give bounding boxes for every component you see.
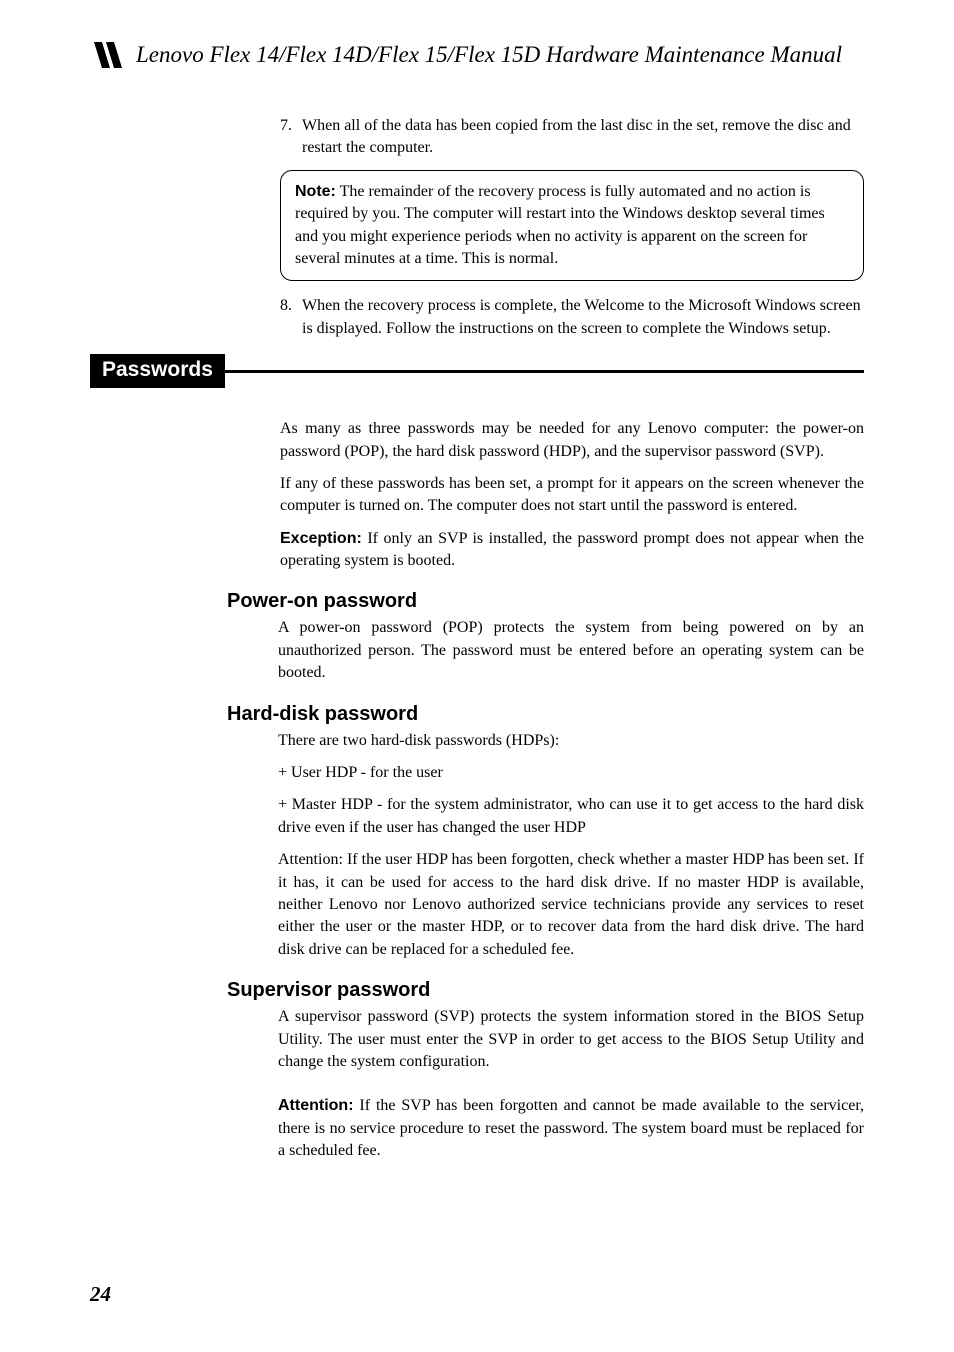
hard-disk-intro: There are two hard-disk passwords (HDPs)… [278,730,864,752]
document-title: Lenovo Flex 14/Flex 14D/Flex 15/Flex 15D… [136,40,842,70]
power-on-password-text: A power-on password (POP) protects the s… [278,617,864,684]
page-header: Lenovo Flex 14/Flex 14D/Flex 15/Flex 15D… [90,40,864,75]
attention-text: If the SVP has been forgotten and cannot… [278,1097,864,1159]
note-label: Note: [295,183,336,200]
section-header-row: Passwords [90,354,864,388]
page-number: 24 [90,1282,111,1307]
step-7: 7. When all of the data has been copied … [280,115,864,160]
power-on-password-heading: Power-on password [227,590,864,613]
supervisor-text: A supervisor password (SVP) protects the… [278,1006,864,1073]
exception-label: Exception: [280,530,362,547]
supervisor-password-heading: Supervisor password [227,979,864,1002]
slash-logo-icon [90,40,126,75]
step-text: When the recovery process is complete, t… [302,295,864,340]
hard-disk-bullet-2: + Master HDP - for the system administra… [278,794,864,839]
step-text: When all of the data has been copied fro… [302,115,864,160]
section-header-line [225,370,864,373]
passwords-intro-1: As many as three passwords may be needed… [280,418,864,463]
note-box: Note: The remainder of the recovery proc… [280,170,864,282]
step-number: 7. [280,115,302,160]
supervisor-attention: Attention: If the SVP has been forgotten… [278,1095,864,1162]
hard-disk-attention: Attention: If the user HDP has been forg… [278,849,864,961]
step-number: 8. [280,295,302,340]
hard-disk-password-heading: Hard-disk password [227,703,864,726]
step-8: 8. When the recovery process is complete… [280,295,864,340]
passwords-section-header: Passwords [90,354,225,388]
attention-label: Attention: [278,1097,354,1114]
hard-disk-bullet-1: + User HDP - for the user [278,762,864,784]
note-text: The remainder of the recovery process is… [295,183,825,267]
passwords-exception: Exception: If only an SVP is installed, … [280,528,864,573]
passwords-intro-2: If any of these passwords has been set, … [280,473,864,518]
exception-text: If only an SVP is installed, the passwor… [280,530,864,569]
